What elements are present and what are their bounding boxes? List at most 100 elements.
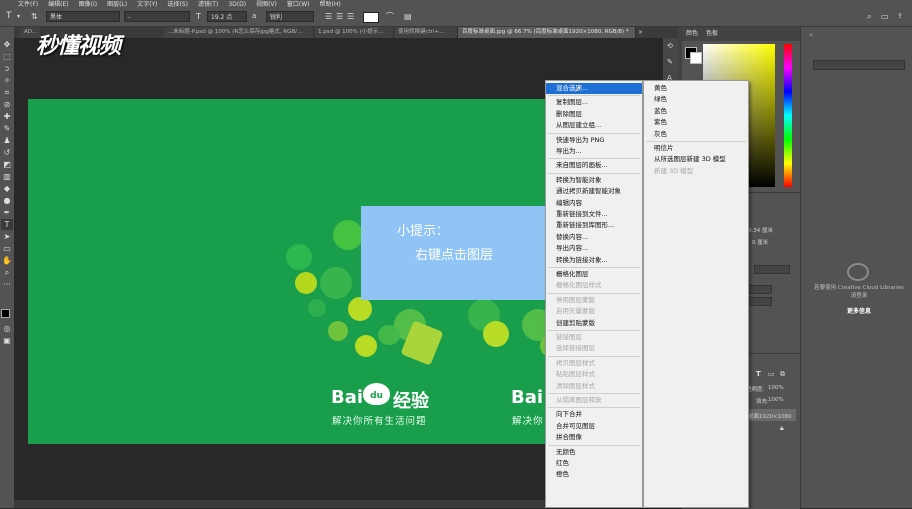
context-menu-item[interactable]: 重新链接到文件...	[546, 209, 642, 220]
brush-panel-icon[interactable]: ✎	[667, 58, 673, 66]
library-select[interactable]	[813, 60, 905, 70]
blur-tool-icon[interactable]: ◆	[1, 183, 13, 194]
context-menu-item[interactable]: 删除图层	[546, 109, 642, 120]
context-menu-col2-item[interactable]: 灰色	[644, 129, 748, 140]
align-right-icon[interactable]: ☰	[347, 7, 354, 26]
path-selection-tool-icon[interactable]: ➤	[1, 231, 13, 242]
dodge-tool-icon[interactable]: ●	[1, 195, 13, 206]
eyedropper-tool-icon[interactable]: ⊘	[1, 99, 13, 110]
context-menu-item[interactable]: 转换为智能对象	[546, 175, 642, 186]
context-menu-col2-item[interactable]: 从所选图层新建 3D 模型	[644, 154, 748, 165]
context-menu-item[interactable]: 拼合图像	[546, 432, 642, 443]
crop-tool-icon[interactable]: ⌗	[1, 87, 13, 98]
context-menu-item[interactable]: 通过拷贝新建智能对象	[546, 186, 642, 197]
opacity-value[interactable]: 100%	[768, 385, 784, 391]
context-menu-item[interactable]: 红色	[546, 458, 642, 469]
healing-brush-tool-icon[interactable]: ✚	[1, 111, 13, 122]
context-menu-item[interactable]: 向下合并	[546, 409, 642, 420]
type-tool-icon[interactable]: T	[1, 219, 13, 230]
font-family-select[interactable]: 黑体	[46, 11, 120, 22]
context-menu-col2-item[interactable]: 紫色	[644, 117, 748, 128]
tool-preset-dropdown-icon[interactable]: ▾	[17, 7, 20, 26]
share-icon[interactable]: ⇪	[897, 7, 903, 26]
lasso-tool-icon[interactable]: ↄ	[1, 63, 13, 74]
quick-mask-icon[interactable]: ◎	[1, 323, 13, 334]
eraser-tool-icon[interactable]: ◩	[1, 159, 13, 170]
prop-field[interactable]	[754, 265, 790, 274]
context-menu-item[interactable]: 复制图层...	[546, 97, 642, 108]
context-menu-item[interactable]: 编辑内容	[546, 198, 642, 209]
text-tool-icon[interactable]: T	[6, 7, 12, 26]
context-menu-item[interactable]: 来自图层的画板...	[546, 160, 642, 171]
menu-separator	[548, 267, 640, 268]
gradient-tool-icon[interactable]: ▥	[1, 171, 13, 182]
prop-field[interactable]	[748, 297, 772, 306]
tip-overlay: 小提示： 右键点击图层	[361, 206, 553, 300]
context-menu-item[interactable]: 替换内容...	[546, 232, 642, 243]
hand-tool-icon[interactable]: ✋	[1, 255, 13, 266]
align-center-icon[interactable]: ☰	[336, 7, 343, 26]
fill-label: 填充:	[756, 399, 769, 405]
layer-row-selected[interactable]: 桌面1920×1080	[746, 409, 796, 421]
screen-mode-icon[interactable]: ▣	[1, 335, 13, 346]
pen-tool-icon[interactable]: ✒	[1, 207, 13, 218]
align-left-icon[interactable]: ☰	[325, 7, 332, 26]
context-menu-item[interactable]: 橙色	[546, 469, 642, 480]
tab-doc-3[interactable]: 1.psd @ 100% (小提示...	[314, 27, 394, 38]
context-menu-col2-item[interactable]: 绿色	[644, 94, 748, 105]
context-menu-item: 从隔离图层释放	[556, 396, 602, 404]
tab-color[interactable]: 颜色	[686, 27, 698, 41]
context-menu-col2-item[interactable]: 明信片	[644, 143, 748, 154]
text-color-swatch[interactable]	[363, 12, 379, 23]
character-panel-icon[interactable]: ▤	[404, 7, 412, 26]
tab-doc-2[interactable]: ...未标题-P.psd @ 100% (R怎么保存jpg格式, RGB/...	[164, 27, 314, 38]
font-size-select[interactable]: 19.2 点	[207, 11, 247, 22]
tab-doc-4[interactable]: 使用转换键ctrl+...	[394, 27, 458, 38]
rectangle-tool-icon[interactable]: ▭	[1, 243, 13, 254]
history-panel-icon[interactable]: ⟲	[667, 42, 673, 50]
fill-value[interactable]: 100%	[768, 397, 784, 403]
font-style-select[interactable]: -	[124, 11, 190, 22]
hue-slider[interactable]	[784, 44, 792, 187]
history-brush-tool-icon[interactable]: ↺	[1, 147, 13, 158]
context-menu-item[interactable]: 混合选项...	[546, 83, 642, 94]
libraries-more-info-link[interactable]: 更多信息	[811, 306, 907, 315]
context-menu-item[interactable]: 导出内容...	[546, 243, 642, 254]
tab-doc-active[interactable]: 百度标准桌面.jpg @ 66.7% (百度标准桌面1920×1080, RGB…	[458, 27, 636, 38]
magic-wand-tool-icon[interactable]: ✧	[1, 75, 13, 86]
clone-stamp-tool-icon[interactable]: ♟	[1, 135, 13, 146]
context-menu-item[interactable]: 转换为链接对象...	[546, 255, 642, 266]
foreground-color-swatch[interactable]	[1, 309, 10, 318]
brush-tool-icon[interactable]: ✎	[1, 123, 13, 134]
filter-type-icon[interactable]: T	[756, 370, 761, 378]
context-menu-item[interactable]: 栅格化图层	[546, 269, 642, 280]
workspace-icon[interactable]: ▭	[881, 7, 889, 26]
context-menu-item: 清除图层样式	[556, 381, 595, 390]
color-panel-background[interactable]	[690, 52, 702, 64]
search-icon[interactable]: ⌕	[867, 7, 871, 26]
tab-swatches[interactable]: 色板	[706, 27, 718, 41]
close-tab-icon[interactable]: ×	[638, 27, 643, 38]
context-menu-col2-item[interactable]: 蓝色	[644, 106, 748, 117]
menu-separator	[548, 292, 640, 294]
context-menu-item[interactable]: 导出为...	[546, 146, 642, 157]
bulb-bubble	[320, 267, 352, 299]
context-menu-item[interactable]: 重新链接到库图形...	[546, 220, 642, 231]
collapse-panel-icon[interactable]: «	[809, 31, 813, 39]
context-menu-item[interactable]: 合并可见图层	[546, 421, 642, 432]
marquee-tool-icon[interactable]: ⬚	[1, 51, 13, 62]
filter-shape-icon[interactable]: ▭	[768, 370, 775, 378]
context-menu-item[interactable]: 从图层建立组...	[546, 120, 642, 131]
toggle-orientation-icon[interactable]: ⇅	[31, 7, 38, 26]
zoom-tool-icon[interactable]: ⌕	[1, 267, 13, 278]
more-tools-icon[interactable]: ···	[1, 279, 13, 290]
context-menu-item[interactable]: 创建剪贴蒙版	[546, 318, 642, 329]
context-menu-item[interactable]: 快速导出为 PNG	[546, 135, 642, 146]
warp-text-icon[interactable]: ⌒	[386, 7, 394, 26]
antialias-select[interactable]: 锐利	[266, 11, 314, 22]
context-menu-col2-item[interactable]: 黄色	[644, 83, 748, 94]
move-tool-icon[interactable]: ✥	[1, 39, 13, 50]
context-menu-item[interactable]: 无颜色	[546, 447, 642, 458]
prop-field[interactable]	[748, 285, 772, 294]
filter-smart-icon[interactable]: ⧉	[780, 370, 785, 379]
